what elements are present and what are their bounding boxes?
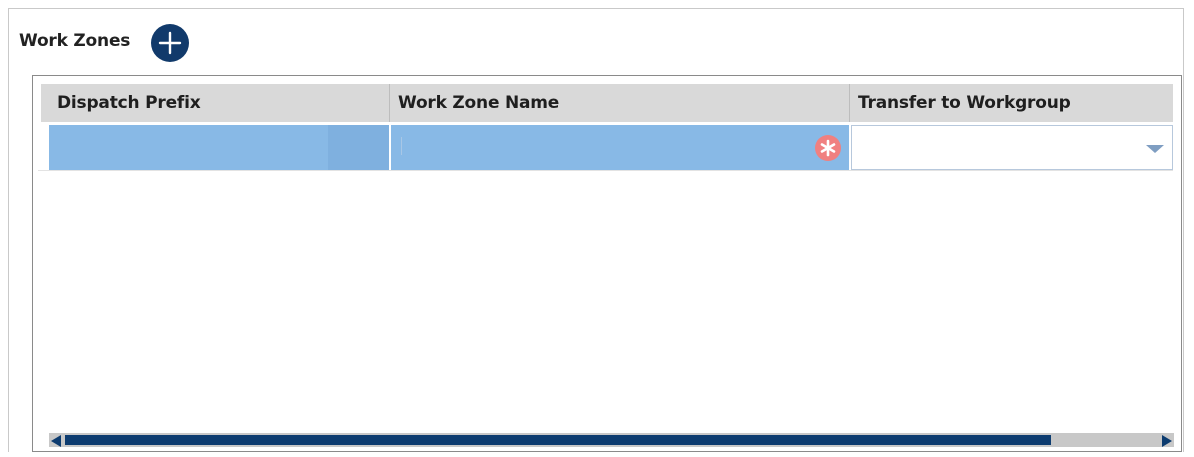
scroll-right-arrow-icon[interactable] [1162, 435, 1172, 447]
section-title: Work Zones [19, 31, 131, 51]
chevron-down-icon[interactable] [1146, 145, 1164, 153]
cell-dispatch-prefix[interactable] [49, 125, 328, 170]
scroll-left-arrow-icon[interactable] [51, 435, 61, 447]
column-header-work-zone-name[interactable]: Work Zone Name [390, 84, 850, 122]
header-row-lead [41, 84, 49, 122]
required-asterisk-icon [815, 135, 841, 161]
text-cursor [401, 137, 402, 155]
work-zones-grid: Dispatch Prefix Work Zone Name Transfer … [32, 75, 1182, 452]
cell-dispatch-prefix-edge [328, 125, 389, 170]
transfer-to-workgroup-select[interactable] [851, 125, 1173, 170]
add-work-zone-button[interactable] [151, 24, 189, 62]
column-header-dispatch-prefix[interactable]: Dispatch Prefix [49, 84, 390, 122]
plus-icon [158, 31, 182, 55]
column-header-transfer-to-workgroup[interactable]: Transfer to Workgroup [850, 84, 1173, 122]
row-divider [38, 170, 1173, 171]
horizontal-scrollbar[interactable] [49, 433, 1174, 447]
cell-work-zone-name[interactable] [391, 125, 849, 170]
scrollbar-thumb[interactable] [65, 435, 1051, 445]
